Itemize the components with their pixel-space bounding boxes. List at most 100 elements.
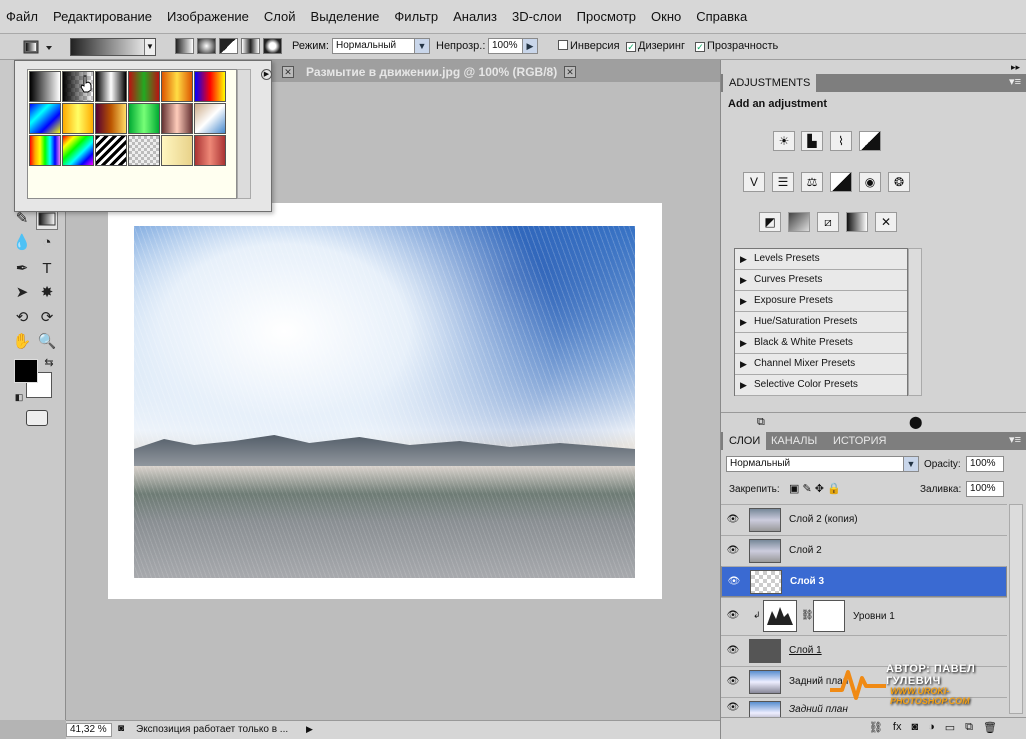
reverse-check-box[interactable]	[558, 40, 568, 50]
blend-mode-select[interactable]: Нормальный ▼	[726, 456, 919, 472]
menu-edit[interactable]: Редактирование	[53, 9, 152, 24]
layer-row-selected[interactable]: 👁 Слой 3	[721, 566, 1007, 597]
chain-link-icon[interactable]: ⛓	[801, 610, 814, 621]
gradient-swatch[interactable]	[128, 135, 160, 166]
document-tab[interactable]: Размытие в движении.jpg @ 100% (RGB/8)	[306, 65, 557, 83]
tab-adjustments[interactable]: ADJUSTMENTS	[723, 74, 817, 92]
selective-color-icon[interactable]: ✕	[875, 212, 897, 232]
vibrance-icon[interactable]: V	[743, 172, 765, 192]
menu-window[interactable]: Окно	[651, 9, 681, 24]
chevron-down-icon[interactable]: ▼	[414, 39, 429, 53]
preset-levels[interactable]: ▶ Levels Presets	[735, 249, 907, 270]
link-layers-icon[interactable]: ⛓	[869, 721, 883, 739]
menu-analysis[interactable]: Анализ	[453, 9, 497, 24]
layer-opacity-input[interactable]: 100%	[966, 456, 1004, 472]
pen-tool-icon[interactable]: ✒	[11, 258, 33, 280]
gradient-swatch[interactable]	[128, 103, 160, 134]
gradient-swatch[interactable]	[62, 135, 94, 166]
expand-triangle-icon[interactable]: ▶	[740, 375, 747, 395]
eye-icon[interactable]: 👁	[727, 576, 741, 588]
hue-saturation-icon[interactable]: ☰	[772, 172, 794, 192]
angle-gradient-button[interactable]	[219, 38, 238, 54]
photo-filter-icon[interactable]: ◉	[859, 172, 881, 192]
expand-triangle-icon[interactable]: ▶	[740, 333, 747, 353]
collapse-panel-icon[interactable]: ▸▸	[1011, 62, 1020, 73]
gradient-swatch[interactable]	[95, 135, 127, 166]
threshold-icon[interactable]: ⧄	[817, 212, 839, 232]
gradient-swatch[interactable]	[29, 71, 61, 102]
menu-file[interactable]: Файл	[6, 9, 38, 24]
eye-icon[interactable]: 👁	[726, 676, 740, 688]
tab-history[interactable]: ИСТОРИЯ	[827, 432, 892, 450]
gradient-swatch[interactable]	[95, 71, 127, 102]
new-group-icon[interactable]: ▭	[945, 721, 955, 739]
dither-check-box[interactable]: ✓	[626, 42, 636, 52]
gradient-swatch[interactable]	[194, 135, 226, 166]
popup-menu-icon[interactable]: ▶	[261, 69, 272, 80]
expand-triangle-icon[interactable]: ▶	[740, 312, 747, 332]
gradient-swatch[interactable]	[161, 71, 193, 102]
default-colors-icon[interactable]: ◧	[8, 386, 30, 408]
gradient-swatch[interactable]	[29, 135, 61, 166]
new-layer-icon[interactable]: ⧉	[965, 721, 973, 739]
close-icon[interactable]: ✕	[564, 66, 576, 78]
add-mask-icon[interactable]: ◙	[911, 721, 918, 739]
menu-view[interactable]: Просмотр	[577, 9, 636, 24]
quick-mask-button[interactable]	[26, 410, 48, 426]
chevron-down-icon[interactable]: ▼	[903, 457, 918, 471]
popup-scrollbar[interactable]	[237, 69, 251, 199]
layer-row[interactable]: 👁 ↲ ⛓ Уровни 1	[721, 597, 1007, 635]
eye-icon[interactable]: 👁	[726, 702, 740, 714]
chevron-right-icon[interactable]: ▶	[522, 39, 537, 53]
preset-exposure[interactable]: ▶ Exposure Presets	[735, 291, 907, 312]
zoom-tool-icon[interactable]: 🔍	[36, 331, 58, 353]
eye-icon[interactable]: 👁	[726, 645, 740, 657]
expand-triangle-icon[interactable]: ▶	[740, 291, 747, 311]
menu-help[interactable]: Справка	[696, 9, 747, 24]
black-white-icon[interactable]	[830, 172, 852, 192]
transparency-check-box[interactable]: ✓	[695, 42, 705, 52]
posterize-icon[interactable]	[788, 212, 810, 232]
tool-preset-picker[interactable]	[22, 38, 58, 56]
visibility-icon[interactable]: ⬤	[909, 415, 922, 429]
transparency-checkbox[interactable]: ✓ Прозрачность	[695, 40, 778, 52]
menu-select[interactable]: Выделение	[311, 9, 380, 24]
gradient-map-icon[interactable]	[846, 212, 868, 232]
3d-orbit-tool-icon[interactable]: ⟳	[36, 307, 58, 329]
hand-tool-icon[interactable]: ✋	[11, 331, 33, 353]
preset-black-white[interactable]: ▶ Black & White Presets	[735, 333, 907, 354]
expand-triangle-icon[interactable]: ▶	[740, 249, 747, 269]
panel-menu-icon[interactable]: ▾≡	[1009, 433, 1021, 446]
3d-rotate-tool-icon[interactable]: ⟲	[11, 307, 33, 329]
preset-selective-color[interactable]: ▶ Selective Color Presets	[735, 375, 907, 396]
opacity-input[interactable]: 100% ▶	[488, 38, 538, 54]
new-adjustment-icon[interactable]: ◑	[928, 721, 935, 739]
mode-select[interactable]: Нормальный ▼	[332, 38, 430, 54]
custom-shape-tool-icon[interactable]: ✸	[36, 282, 58, 304]
panel-menu-icon[interactable]: ▾≡	[1009, 75, 1021, 88]
trash-icon[interactable]: 🗑	[983, 721, 997, 739]
gradient-picker[interactable]: ▼	[70, 38, 156, 56]
diamond-gradient-button[interactable]	[263, 38, 282, 54]
expand-triangle-icon[interactable]: ▶	[740, 354, 747, 374]
chevron-down-icon[interactable]: ▼	[144, 39, 155, 55]
tab-layers[interactable]: СЛОИ	[723, 432, 767, 450]
gradient-swatch[interactable]	[128, 71, 160, 102]
foreground-color-swatch[interactable]	[14, 359, 38, 383]
path-select-tool-icon[interactable]: ➤	[11, 282, 33, 304]
layer-row[interactable]: 👁 Слой 2 (копия)	[721, 504, 1007, 535]
radial-gradient-button[interactable]	[197, 38, 216, 54]
eye-icon[interactable]: 👁	[726, 545, 740, 557]
menu-3d[interactable]: 3D-слои	[512, 9, 562, 24]
document-canvas[interactable]	[108, 203, 662, 599]
fill-input[interactable]: 100%	[966, 481, 1004, 497]
eye-icon[interactable]: 👁	[726, 610, 740, 622]
channel-mixer-icon[interactable]: ❂	[888, 172, 910, 192]
layer-style-icon[interactable]: fx	[893, 721, 902, 739]
preset-channel-mixer[interactable]: ▶ Channel Mixer Presets	[735, 354, 907, 375]
levels-icon[interactable]: ▙	[801, 131, 823, 151]
status-play-icon[interactable]: ▶	[306, 724, 313, 735]
gradient-swatch[interactable]	[194, 71, 226, 102]
menu-layer[interactable]: Слой	[264, 9, 296, 24]
menu-image[interactable]: Изображение	[167, 9, 249, 24]
